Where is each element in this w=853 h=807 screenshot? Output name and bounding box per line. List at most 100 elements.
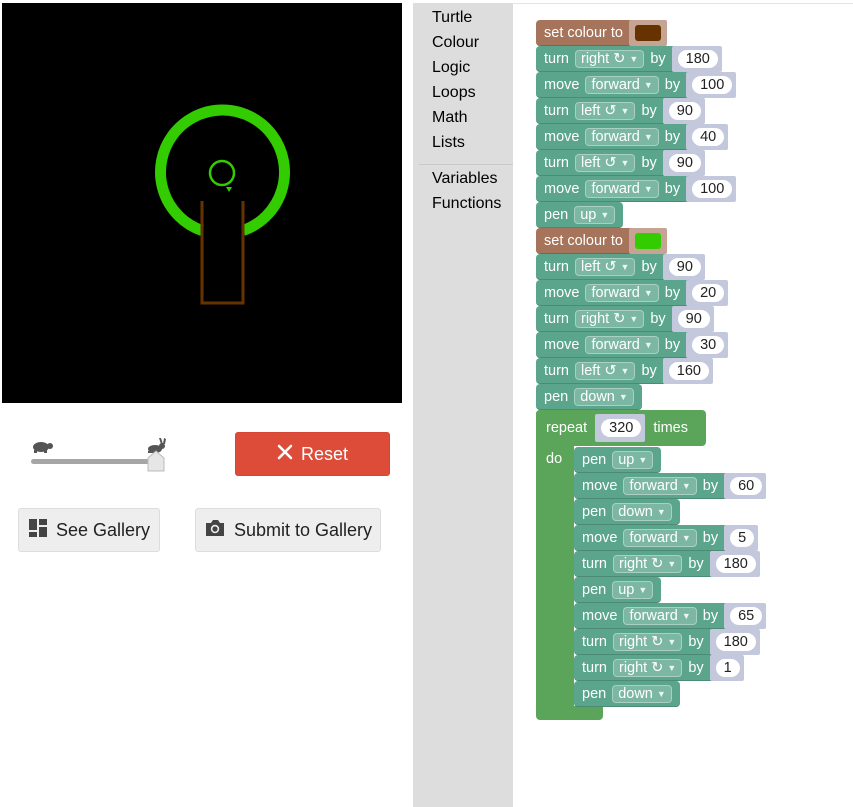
toolbox-category-colour[interactable]: Colour [432, 34, 479, 52]
move-block[interactable]: move forward ▼ by 5 [574, 524, 759, 551]
number-field[interactable]: 5 [730, 528, 755, 547]
move-direction-dropdown[interactable]: forward ▼ [585, 75, 659, 94]
dropdown-value: left ↺ [581, 258, 617, 275]
turn-block[interactable]: turn left ↺ ▼ by 90 [536, 149, 705, 176]
pen-block[interactable]: pen down ▼ [574, 681, 680, 707]
gallery-icon [28, 518, 48, 543]
toolbox-category-variables[interactable]: Variables [432, 170, 498, 188]
see-gallery-button[interactable]: See Gallery [18, 508, 160, 552]
turn-direction-dropdown[interactable]: right ↻ ▼ [575, 49, 645, 68]
toolbox-category-turtle[interactable]: Turtle [432, 9, 472, 27]
number-socket: 100 [686, 71, 737, 98]
pen-direction-dropdown[interactable]: down ▼ [574, 387, 634, 406]
number-field[interactable]: 180 [715, 632, 756, 651]
number-field[interactable]: 90 [668, 101, 701, 120]
move-direction-dropdown[interactable]: forward ▼ [585, 127, 659, 146]
move-label: move [582, 607, 618, 624]
number-field[interactable]: 20 [692, 283, 725, 302]
turn-block[interactable]: turn left ↺ ▼ by 90 [536, 97, 705, 124]
pen-block[interactable]: pen down ▼ [574, 499, 680, 525]
move-block[interactable]: move forward ▼ by 100 [536, 175, 737, 202]
move-block[interactable]: move forward ▼ by 100 [536, 71, 737, 98]
turn-direction-dropdown[interactable]: right ↻ ▼ [575, 309, 645, 328]
turn-direction-dropdown[interactable]: right ↻ ▼ [613, 554, 683, 573]
reset-button[interactable]: Reset [235, 432, 390, 476]
repeat-block[interactable]: repeat 320 times [536, 410, 706, 446]
speed-slider[interactable] [28, 438, 170, 472]
turn-direction-dropdown[interactable]: left ↺ ▼ [575, 153, 636, 172]
turn-block[interactable]: turn right ↻ ▼ by 90 [536, 305, 714, 332]
move-direction-dropdown[interactable]: forward ▼ [585, 179, 659, 198]
pen-block[interactable]: pen up ▼ [574, 577, 662, 603]
turn-block[interactable]: turn right ↻ ▼ by 1 [574, 654, 744, 681]
turn-block[interactable]: turn right ↻ ▼ by 180 [574, 628, 760, 655]
move-direction-dropdown[interactable]: forward ▼ [623, 528, 697, 547]
pen-block[interactable]: pen up ▼ [536, 202, 624, 228]
turn-block[interactable]: turn left ↺ ▼ by 90 [536, 253, 705, 280]
number-field[interactable]: 180 [715, 554, 756, 573]
colour-swatch[interactable] [635, 24, 661, 41]
turn-block[interactable]: turn right ↻ ▼ by 180 [574, 550, 760, 577]
turn-block[interactable]: turn right ↻ ▼ by 180 [536, 45, 722, 72]
speed-track[interactable] [31, 459, 157, 464]
colour-block[interactable]: set colour to [536, 19, 667, 46]
repeat-block-footer[interactable] [536, 706, 603, 720]
pen-direction-dropdown[interactable]: up ▼ [612, 580, 654, 599]
repeat-label: repeat [546, 420, 588, 436]
turn-direction-dropdown[interactable]: left ↺ ▼ [575, 361, 636, 380]
number-field[interactable]: 90 [668, 257, 701, 276]
number-field[interactable]: 90 [677, 309, 710, 328]
move-label: move [582, 529, 618, 546]
number-field[interactable]: 160 [668, 361, 709, 380]
colour-block[interactable]: set colour to [536, 227, 667, 254]
turn-direction-dropdown[interactable]: right ↻ ▼ [613, 632, 683, 651]
small-green-circle [208, 159, 236, 187]
number-field[interactable]: 30 [692, 335, 725, 354]
move-block[interactable]: move forward ▼ by 30 [536, 331, 729, 358]
pen-direction-dropdown[interactable]: up ▼ [612, 450, 654, 469]
pen-direction-dropdown[interactable]: down ▼ [612, 684, 672, 703]
pen-block[interactable]: pen up ▼ [574, 447, 662, 473]
move-block[interactable]: move forward ▼ by 60 [574, 472, 767, 499]
turn-direction-dropdown[interactable]: left ↺ ▼ [575, 257, 636, 276]
number-field[interactable]: 100 [692, 179, 733, 198]
pen-block[interactable]: pen down ▼ [536, 384, 642, 410]
number-field[interactable]: 90 [668, 153, 701, 172]
number-field[interactable]: 65 [730, 606, 763, 625]
number-field[interactable]: 180 [677, 49, 718, 68]
number-socket: 180 [671, 45, 722, 72]
toolbox-category-logic[interactable]: Logic [432, 59, 470, 77]
chevron-down-icon: ▼ [643, 131, 653, 142]
chevron-down-icon: ▼ [620, 261, 630, 272]
repeat-do-label: do [546, 451, 563, 467]
number-field[interactable]: 100 [692, 75, 733, 94]
move-direction-dropdown[interactable]: forward ▼ [623, 606, 697, 625]
toolbox-category-math[interactable]: Math [432, 109, 468, 127]
move-direction-dropdown[interactable]: forward ▼ [585, 283, 659, 302]
move-block[interactable]: move forward ▼ by 65 [574, 602, 767, 629]
dropdown-value: left ↺ [581, 102, 617, 119]
move-block[interactable]: move forward ▼ by 20 [536, 279, 729, 306]
move-direction-dropdown[interactable]: forward ▼ [623, 476, 697, 495]
turn-label: turn [582, 633, 607, 650]
number-field[interactable]: 1 [715, 658, 740, 677]
turn-direction-dropdown[interactable]: right ↻ ▼ [613, 658, 683, 677]
move-block[interactable]: move forward ▼ by 40 [536, 123, 729, 150]
turn-block[interactable]: turn left ↺ ▼ by 160 [536, 357, 713, 384]
pen-direction-dropdown[interactable]: down ▼ [612, 502, 672, 521]
pen-direction-dropdown[interactable]: up ▼ [574, 205, 616, 224]
turn-direction-dropdown[interactable]: left ↺ ▼ [575, 101, 636, 120]
submit-gallery-button[interactable]: Submit to Gallery [195, 508, 381, 552]
toolbox-category-lists[interactable]: Lists [432, 134, 465, 152]
toolbox-category-loops[interactable]: Loops [432, 84, 476, 102]
by-label: by [641, 102, 657, 119]
number-field[interactable]: 60 [730, 476, 763, 495]
chevron-down-icon: ▼ [667, 636, 677, 647]
toolbox-category-functions[interactable]: Functions [432, 195, 501, 213]
speed-knob[interactable] [147, 450, 165, 472]
green-circle-arc [155, 104, 290, 236]
number-field[interactable]: 40 [692, 127, 725, 146]
move-direction-dropdown[interactable]: forward ▼ [585, 335, 659, 354]
colour-swatch[interactable] [635, 232, 661, 249]
repeat-count-field[interactable]: 320 [601, 419, 642, 437]
